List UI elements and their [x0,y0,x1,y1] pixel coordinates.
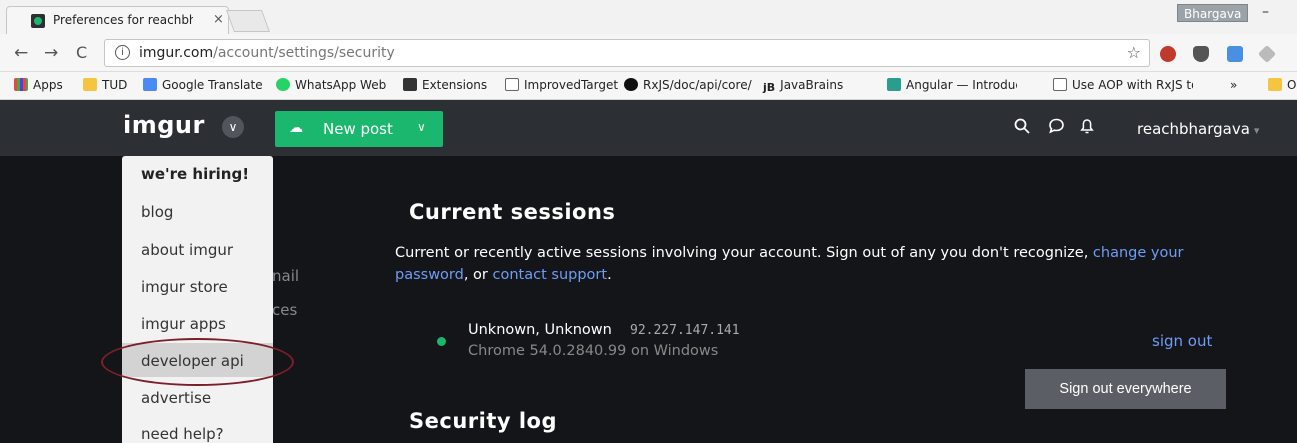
url-text: imgur.com/account/settings/security [139,45,395,61]
forward-icon[interactable]: → [44,43,58,63]
url-host: imgur.com [139,45,214,61]
angular-icon [887,78,901,91]
bookmark-label: Google Translate [162,78,263,92]
user-menu[interactable]: reachbhargava ▾ [1137,120,1259,138]
desc-end: . [607,267,612,283]
bookmark-tud[interactable]: TUD [83,78,127,92]
search-icon[interactable] [1014,118,1030,139]
bookmark-extensions[interactable]: Extensions [403,78,487,92]
page-icon [1053,78,1067,91]
bookmark-label: Use AOP with RxJS to [1072,78,1193,92]
bookmark-improvedtarget[interactable]: ImprovedTarget [505,78,618,92]
chat-bubble-icon[interactable] [1048,118,1065,139]
session-ip: 92.227.147.141 [630,323,740,338]
bookmark-javabrains[interactable]: jB JavaBrains [763,78,843,94]
session-user-agent: Chrome 54.0.2840.99 on Windows [468,343,719,359]
folder-icon [1268,78,1282,91]
contact-support-link[interactable]: contact support [493,267,608,283]
info-icon[interactable]: i [115,45,130,60]
desc-mid: , or [463,267,488,283]
cloud-upload-icon: ☁ [289,120,303,136]
bookmark-label: Apps [33,78,63,92]
bookmark-label: RxJS/doc/api/core/op [643,78,752,92]
menu-item-hiring[interactable]: we're hiring! [141,165,249,183]
menu-item-help[interactable]: need help? [141,425,224,443]
browser-tab-strip: Preferences for reachbha × Bhargava – [0,0,1297,34]
imgur-favicon-icon [31,14,45,28]
username: reachbhargava [1137,120,1250,138]
tab-title: Preferences for reachbha [53,13,193,27]
github-icon [624,78,638,91]
menu-item-advertise[interactable]: advertise [141,389,211,407]
bookmark-label: Angular — Introductio [906,78,1017,92]
imgur-logo[interactable]: imgur [123,111,205,139]
jb-icon: jB [763,81,776,94]
security-log-heading: Security log [409,409,558,433]
bookmark-label: O [1287,78,1297,92]
bookmark-rxjs[interactable]: RxJS/doc/api/core/op [624,78,752,92]
sign-out-link[interactable]: sign out [1152,332,1212,350]
drive-icon[interactable] [1257,44,1277,64]
user-caret-icon: ▾ [1253,124,1260,137]
address-bar[interactable]: i imgur.com/account/settings/security ☆ [104,39,1150,67]
current-sessions-heading: Current sessions [409,200,616,224]
browser-tab[interactable]: Preferences for reachbha × [6,6,229,34]
bookmark-label: ImprovedTarget [524,78,619,92]
menu-item-blog[interactable]: blog [141,203,173,221]
browser-toolbar: ← → C i imgur.com/account/settings/secur… [0,34,1297,72]
bookmark-google-translate[interactable]: Google Translate [143,78,263,92]
folder-icon [83,78,97,91]
settings-nav-fragment[interactable]: nail [272,267,299,285]
bookmark-label: TUD [102,78,128,92]
reload-icon[interactable]: C [76,43,87,62]
notification-bell-icon[interactable] [1080,118,1094,139]
bookmarks-bar: Apps TUD Google Translate WhatsApp Web E… [0,72,1297,100]
logo-menu-chevron-icon[interactable]: ∨ [222,116,244,138]
url-path: /account/settings/security [213,45,395,61]
active-session-dot-icon [437,337,446,346]
logo-dropdown-menu: we're hiring! blog about imgur imgur sto… [122,156,273,443]
puzzle-icon [403,78,417,91]
session-location: Unknown, Unknown [468,322,612,338]
pocket-icon[interactable] [1193,46,1209,62]
bookmark-star-icon[interactable]: ☆ [1127,43,1141,62]
bookmark-aop-rxjs[interactable]: Use AOP with RxJS to [1053,78,1193,92]
desc-text: Current or recently active sessions invo… [395,245,1089,261]
settings-nav-fragment[interactable]: ces [272,301,297,319]
tab-close-icon[interactable]: × [213,12,224,27]
menu-item-store[interactable]: imgur store [141,278,228,296]
sessions-description: Current or recently active sessions invo… [395,242,1205,286]
new-post-button[interactable]: ☁ New post ∨ [275,111,443,147]
menu-item-developer-api[interactable]: developer api [141,352,244,370]
apps-grid-icon [14,78,28,91]
bookmark-label: Extensions [422,78,488,92]
bookmark-whatsapp[interactable]: WhatsApp Web [276,78,386,92]
imgur-header: imgur ∨ ☁ New post ∨ reachbhargava ▾ [0,100,1297,156]
page-icon [505,78,519,91]
sign-out-everywhere-button[interactable]: Sign out everywhere [1025,369,1226,409]
new-post-dropdown-icon[interactable]: ∨ [417,120,426,134]
bookmarks-overflow-chevron[interactable]: » [1230,78,1237,92]
menu-item-about[interactable]: about imgur [141,241,233,259]
bookmark-other[interactable]: O [1268,78,1296,92]
bookmark-label: JavaBrains [780,78,844,92]
extension-blue-icon[interactable] [1227,46,1243,62]
minimize-icon[interactable]: – [1262,4,1269,20]
back-icon[interactable]: ← [14,43,28,63]
new-tab-button[interactable] [225,10,271,32]
bookmark-apps[interactable]: Apps [14,78,63,92]
translate-icon [143,78,157,91]
bookmark-angular[interactable]: Angular — Introductio [887,78,1017,92]
whatsapp-icon [276,78,290,91]
new-post-label: New post [323,120,393,138]
extension-red-icon[interactable] [1160,46,1176,62]
bookmark-label: WhatsApp Web [295,78,387,92]
menu-item-apps[interactable]: imgur apps [141,315,226,333]
profile-badge[interactable]: Bhargava [1177,4,1249,22]
